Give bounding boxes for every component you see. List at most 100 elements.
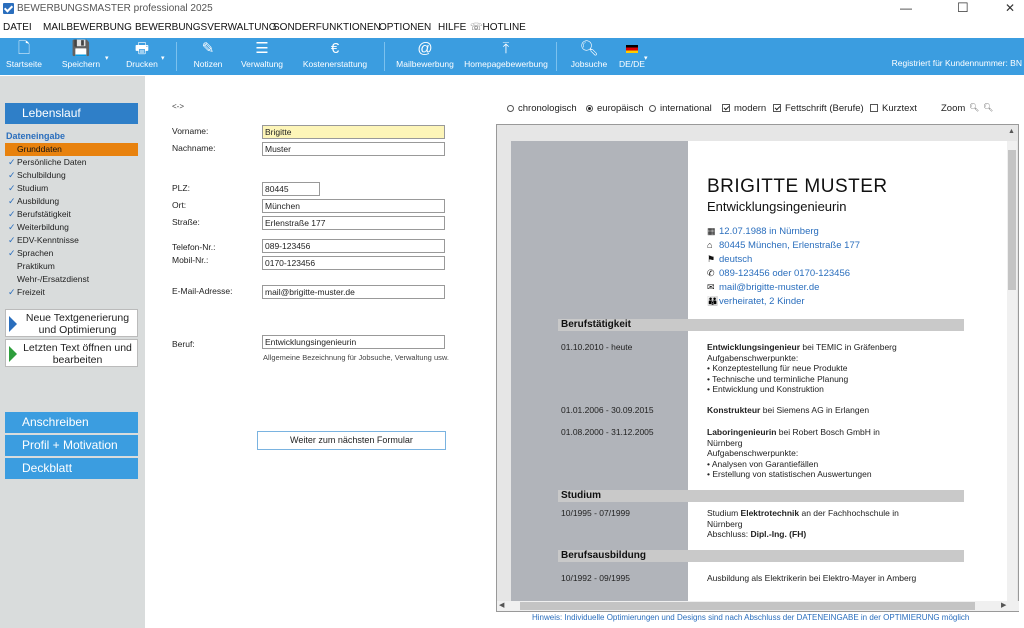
ort-label: Ort: bbox=[172, 200, 187, 210]
notizen-button[interactable]: ✎ Notizen bbox=[189, 40, 227, 70]
speichern-button[interactable]: 💾 Speichern bbox=[60, 41, 102, 70]
sidebar-item-persönliche-daten[interactable]: ✓ Persönliche Daten bbox=[5, 156, 138, 169]
option-modern[interactable]: modern bbox=[722, 103, 766, 114]
sidebar-item-ausbildung[interactable]: ✓ Ausbildung bbox=[5, 195, 138, 208]
menu-sonderfunktionen[interactable]: SONDERFUNKTIONEN bbox=[273, 22, 381, 33]
verwaltung-button[interactable]: ☰ Verwaltung bbox=[240, 41, 284, 70]
menu-hilfe[interactable]: HILFE bbox=[438, 22, 466, 33]
anschreiben-button[interactable]: Anschreiben bbox=[5, 412, 138, 433]
open-last-text-button[interactable]: Letzten Text öffnen und bearbeiten bbox=[5, 339, 138, 367]
menu-hotline[interactable]: ☏HOTLINE bbox=[470, 22, 526, 33]
check-icon: ✓ bbox=[8, 209, 16, 219]
cv-page: BRIGITTE MUSTER Entwicklungsingenieurin … bbox=[511, 141, 1007, 601]
mailbewerbung-button[interactable]: @ Mailbewerbung bbox=[396, 41, 454, 70]
menu-bar: DATEI MAILBEWERBUNG BEWERBUNGSVERWALTUNG… bbox=[0, 19, 1024, 37]
beruf-input[interactable]: Entwicklungsingenieurin bbox=[262, 335, 445, 349]
vorname-input[interactable]: Brigitte bbox=[262, 125, 445, 139]
speichern-dropdown-icon[interactable]: ▾ bbox=[105, 54, 109, 62]
option-kurztext[interactable]: Kurztext bbox=[870, 103, 917, 114]
homepagebewerbung-label: Homepagebewerbung bbox=[464, 59, 548, 69]
radio-europaeisch[interactable] bbox=[586, 105, 593, 112]
note-edit-icon: ✎ bbox=[201, 40, 215, 57]
sidebar-item-label: Persönliche Daten bbox=[17, 157, 87, 167]
sidebar-item-praktikum[interactable]: Praktikum bbox=[5, 260, 138, 273]
check-icon: ✓ bbox=[8, 248, 16, 258]
zoom-in-icon[interactable]: 🔍︎ bbox=[983, 103, 993, 112]
radio-chronologisch[interactable] bbox=[507, 105, 514, 112]
panel-toggle[interactable]: <-> bbox=[172, 102, 184, 111]
scroll-up-icon[interactable]: ▲ bbox=[1008, 128, 1015, 135]
startseite-button[interactable]: 🗋 Startseite bbox=[4, 40, 44, 70]
ort-input[interactable]: München bbox=[262, 199, 445, 213]
sidebar-item-edv-kenntnisse[interactable]: ✓ EDV-Kenntnisse bbox=[5, 234, 138, 247]
sidebar-item-label: Grunddaten bbox=[17, 144, 62, 154]
cv-name: BRIGITTE MUSTER bbox=[707, 176, 888, 197]
sidebar-item-studium[interactable]: ✓ Studium bbox=[5, 182, 138, 195]
checkbox-modern[interactable] bbox=[722, 104, 730, 112]
menu-bewerbungsverwaltung[interactable]: BEWERBUNGSVERWALTUNG bbox=[135, 22, 277, 33]
jobsuche-button[interactable]: 🔍︎ Jobsuche bbox=[569, 41, 609, 70]
scroll-left-icon[interactable]: ◀ bbox=[499, 601, 504, 609]
sidebar-item-sprachen[interactable]: ✓ Sprachen bbox=[5, 247, 138, 260]
zoom-label: Zoom bbox=[941, 103, 966, 114]
toolbar-divider bbox=[384, 42, 385, 71]
drucken-button[interactable]: 🖶 Drucken bbox=[124, 41, 160, 70]
page-icon: 🗋 bbox=[17, 40, 31, 57]
sidebar-item-grunddaten[interactable]: Grunddaten bbox=[5, 143, 138, 156]
cv-contact-nationality: ⚑ deutsch bbox=[707, 254, 752, 265]
sidebar-item-weiterbildung[interactable]: ✓ Weiterbildung bbox=[5, 221, 138, 234]
scroll-right-icon[interactable]: ▶ bbox=[1001, 601, 1006, 609]
option-international[interactable]: international bbox=[649, 103, 712, 114]
checkbox-fettschrift[interactable] bbox=[773, 104, 781, 112]
next-form-button[interactable]: Weiter zum nächsten Formular bbox=[257, 431, 446, 450]
email-input[interactable]: mail@brigitte-muster.de bbox=[262, 285, 445, 299]
option-europaeisch[interactable]: europäisch bbox=[586, 103, 643, 114]
drucken-dropdown-icon[interactable]: ▾ bbox=[161, 54, 165, 62]
sidebar-item-wehr-ersatzdienst[interactable]: Wehr-/Ersatzdienst bbox=[5, 273, 138, 286]
beruf-label: Beruf: bbox=[172, 339, 195, 349]
language-dropdown-icon[interactable]: ▾ bbox=[644, 54, 648, 62]
sidebar-item-label: Wehr-/Ersatzdienst bbox=[17, 274, 90, 284]
email-label: E-Mail-Adresse: bbox=[172, 286, 233, 296]
nachname-input[interactable]: Muster bbox=[262, 142, 445, 156]
nachname-label: Nachname: bbox=[172, 143, 216, 153]
startseite-label: Startseite bbox=[6, 59, 42, 69]
sidebar-item-schulbildung[interactable]: ✓ Schulbildung bbox=[5, 169, 138, 182]
hint-text: Hinweis: Individuelle Optimierungen und … bbox=[532, 613, 970, 622]
radio-international[interactable] bbox=[649, 105, 656, 112]
checkbox-kurztext[interactable] bbox=[870, 104, 878, 112]
cv-job-3: Laboringenieurin bei Robert Bosch GmbH i… bbox=[707, 427, 907, 480]
option-chronologisch[interactable]: chronologisch bbox=[507, 103, 577, 114]
beruf-hint: Allgemeine Bezeichnung für Jobsuche, Ver… bbox=[263, 353, 449, 362]
telefon-input[interactable]: 089-123456 bbox=[262, 239, 445, 253]
maximize-button[interactable]: ☐ bbox=[957, 0, 969, 16]
menu-mailbewerbung[interactable]: MAILBEWERBUNG bbox=[43, 22, 132, 33]
check-icon: ✓ bbox=[8, 157, 16, 167]
lebenslauf-button[interactable]: Lebenslauf bbox=[5, 103, 138, 124]
strasse-input[interactable]: Erlenstraße 177 bbox=[262, 216, 445, 230]
language-button[interactable]: DE/DE bbox=[617, 41, 647, 69]
sidebar-item-label: Sprachen bbox=[17, 248, 54, 258]
minimize-button[interactable]: — bbox=[900, 1, 912, 15]
preview-vertical-scroll-thumb[interactable] bbox=[1008, 150, 1016, 290]
menu-datei[interactable]: DATEI bbox=[3, 22, 32, 33]
sidebar-item-freizeit[interactable]: ✓ Freizeit bbox=[5, 286, 138, 299]
kostenerstattung-button[interactable]: € Kostenerstattung bbox=[300, 41, 370, 70]
plz-input[interactable]: 80445 bbox=[262, 182, 320, 196]
menu-optionen[interactable]: OPTIONEN bbox=[379, 22, 431, 33]
zoom-out-icon[interactable]: 🔍︎ bbox=[969, 103, 979, 112]
app-icon bbox=[3, 3, 14, 14]
preview-horizontal-scroll-thumb[interactable] bbox=[520, 602, 975, 610]
cv-contact-email: ✉ mail@brigitte-muster.de bbox=[707, 282, 819, 293]
mobil-input[interactable]: 0170-123456 bbox=[262, 256, 445, 270]
sidebar-item-label: EDV-Kenntnisse bbox=[17, 235, 79, 245]
sidebar-item-label: Ausbildung bbox=[17, 196, 60, 206]
cv-family-text: verheiratet, 2 Kinder bbox=[719, 296, 805, 307]
new-text-generation-button[interactable]: Neue Textgenerierung und Optimierung bbox=[5, 309, 138, 337]
deckblatt-button[interactable]: Deckblatt bbox=[5, 458, 138, 479]
option-fettschrift[interactable]: Fettschrift (Berufe) bbox=[773, 103, 864, 114]
close-button[interactable]: ✕ bbox=[1005, 1, 1015, 15]
profil-motivation-button[interactable]: Profil + Motivation bbox=[5, 435, 138, 456]
homepagebewerbung-button[interactable]: ⤒ Homepagebewerbung bbox=[464, 41, 548, 70]
sidebar-item-berufstätigkeit[interactable]: ✓ Berufstätigkeit bbox=[5, 208, 138, 221]
